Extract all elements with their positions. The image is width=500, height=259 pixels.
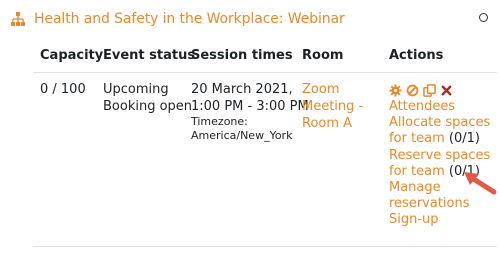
- room-line-1: Zoom: [302, 82, 340, 97]
- column-header-event-status: Event status: [103, 48, 196, 63]
- room-line-3: Room A: [302, 116, 353, 131]
- actions-list: Attendees Allocate spaces for team (0/1)…: [389, 99, 490, 229]
- allocate-spaces-link[interactable]: Allocate spaces: [389, 115, 490, 131]
- allocate-spaces-link-cont[interactable]: for team: [389, 131, 445, 146]
- event-header: Health and Safety in the Workplace: Webi…: [10, 9, 345, 29]
- column-header-session-times: Session times: [191, 48, 293, 63]
- column-header-room: Room: [302, 48, 344, 63]
- capacity-cell: 0 / 100: [40, 82, 86, 97]
- status-booking: Booking open: [103, 99, 193, 114]
- header-divider: [33, 72, 497, 73]
- column-header-actions: Actions: [389, 48, 444, 63]
- session-time: 1:00 PM - 3:00 PM: [191, 99, 309, 114]
- attendees-link[interactable]: Attendees: [389, 99, 489, 115]
- row-divider: [33, 246, 497, 247]
- room-line-2: Meeting -: [302, 99, 364, 114]
- sign-up-link[interactable]: Sign-up: [389, 212, 489, 228]
- column-header-capacity: Capacity: [40, 48, 104, 63]
- status-upcoming: Upcoming: [103, 82, 169, 97]
- event-status-cell: Upcoming Booking open: [103, 81, 192, 115]
- gear-icon[interactable]: [389, 84, 402, 97]
- hierarchy-icon: [11, 12, 25, 26]
- timezone-label: Timezone:: [191, 115, 248, 128]
- allocate-count: (0/1): [448, 131, 480, 147]
- copy-icon[interactable]: [423, 84, 436, 97]
- ban-icon[interactable]: [406, 84, 419, 97]
- arrow-icon: [464, 172, 497, 195]
- allocate-spaces-action: Allocate spaces for team (0/1): [389, 115, 490, 147]
- room-link[interactable]: Zoom Meeting - Room A: [302, 81, 363, 132]
- reserve-spaces-link-cont[interactable]: for team: [389, 164, 445, 179]
- session-date: 20 March 2021,: [191, 82, 293, 97]
- timezone-value: America/New_York: [191, 129, 293, 142]
- close-icon[interactable]: [440, 84, 453, 97]
- reserve-spaces-link[interactable]: Reserve spaces: [389, 148, 490, 164]
- event-title-link[interactable]: Health and Safety in the Workplace: Webi…: [34, 11, 345, 27]
- radio-circle[interactable]: [479, 13, 488, 22]
- action-icons: [389, 84, 453, 97]
- session-times-cell: 20 March 2021, 1:00 PM - 3:00 PM Timezon…: [191, 81, 309, 143]
